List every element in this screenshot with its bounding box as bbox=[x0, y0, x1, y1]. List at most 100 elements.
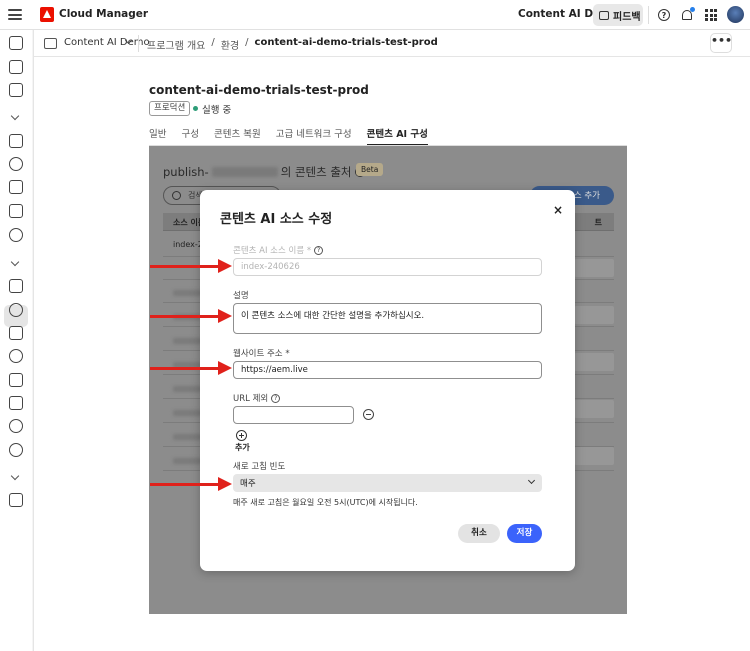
tab-configuration[interactable]: 구성 bbox=[181, 126, 198, 146]
chevron-down-icon[interactable] bbox=[9, 112, 23, 126]
website-field[interactable]: https://aem.live bbox=[233, 361, 542, 379]
annotation-arrow bbox=[150, 361, 232, 375]
breadcrumb-separator: / bbox=[245, 37, 249, 48]
overview-icon[interactable] bbox=[9, 134, 23, 148]
flow-icon[interactable] bbox=[9, 180, 23, 194]
refresh-frequency-select[interactable]: 매주 bbox=[233, 474, 542, 492]
redacted-cell bbox=[173, 410, 203, 416]
context-icon bbox=[44, 38, 57, 49]
panel-title: publish- 의 콘텐츠 출처 ? bbox=[163, 164, 365, 180]
description-field[interactable]: 이 콘텐츠 소스에 대한 간단한 설명을 추가하십시오. bbox=[233, 303, 542, 334]
source-name-field: index-240626 bbox=[233, 258, 542, 276]
docs-icon[interactable] bbox=[9, 493, 23, 507]
annotation-arrow bbox=[150, 309, 232, 323]
avatar[interactable] bbox=[727, 6, 744, 23]
bell-nav-icon[interactable] bbox=[9, 157, 23, 171]
url-exclude-label: URL 제외 ? bbox=[233, 392, 281, 404]
redacted-cell bbox=[574, 259, 614, 277]
menu-icon[interactable] bbox=[8, 9, 22, 20]
feedback-icon bbox=[599, 10, 609, 20]
redacted-cell bbox=[574, 353, 614, 371]
reports-icon[interactable] bbox=[9, 373, 23, 387]
breadcrumb-environments[interactable]: 환경 bbox=[221, 37, 239, 52]
apps-button[interactable] bbox=[703, 7, 719, 23]
add-url-icon[interactable] bbox=[236, 430, 247, 441]
help-icon[interactable]: ? bbox=[314, 245, 324, 255]
dialog-title: 콘텐츠 AI 소스 수정 bbox=[220, 212, 333, 227]
tab-general[interactable]: 일반 bbox=[149, 126, 166, 146]
redacted-cell bbox=[574, 447, 614, 465]
divider bbox=[138, 35, 139, 52]
tab-content-restore[interactable]: 콘텐츠 복원 bbox=[214, 126, 261, 146]
redacted-cell bbox=[173, 458, 203, 464]
redacted-cell bbox=[173, 386, 203, 392]
divider bbox=[648, 6, 649, 24]
save-button[interactable]: 저장 bbox=[507, 524, 542, 543]
help-button[interactable]: ? bbox=[656, 7, 672, 23]
redacted-cell bbox=[173, 434, 203, 440]
breadcrumb-separator: / bbox=[211, 37, 215, 48]
beta-badge: Beta bbox=[356, 163, 384, 176]
feedback-button[interactable]: 피드백 bbox=[593, 4, 643, 26]
tab-advanced-networking[interactable]: 고급 네트워크 구성 bbox=[276, 126, 352, 146]
chevron-down-icon[interactable] bbox=[9, 472, 23, 486]
pipelines-icon[interactable] bbox=[9, 83, 23, 97]
page-title: content-ai-demo-trials-test-prod bbox=[149, 83, 369, 97]
star-icon[interactable] bbox=[9, 349, 23, 363]
box-icon[interactable] bbox=[9, 396, 23, 410]
snowflake-icon[interactable] bbox=[9, 443, 23, 457]
app-grid-icon bbox=[705, 9, 717, 21]
left-nav bbox=[0, 30, 32, 651]
redacted-cell bbox=[574, 400, 614, 418]
home-icon[interactable] bbox=[9, 36, 23, 50]
website-label: 웹사이트 주소 * bbox=[233, 349, 290, 359]
notifications-button[interactable] bbox=[679, 7, 695, 23]
breadcrumb-bar: Content AI Demo 프로그램 개요 / 환경 / content-a… bbox=[34, 30, 750, 57]
app-title: Cloud Manager bbox=[59, 8, 149, 20]
context-switcher[interactable]: Content AI Demo bbox=[64, 37, 150, 48]
panel-title-suffix: 의 콘텐츠 출처 bbox=[280, 165, 352, 179]
edit-source-dialog: 콘텐츠 AI 소스 수정 × 콘텐츠 AI 소스 이름 * ? index-24… bbox=[200, 190, 575, 571]
refresh-help-text: 매주 새로 고침은 월요일 오전 5시(UTC)에 시작됩니다. bbox=[233, 498, 418, 507]
url-exclude-field[interactable] bbox=[233, 406, 354, 424]
settings-icon[interactable] bbox=[9, 303, 23, 317]
chevron-down-icon[interactable] bbox=[9, 258, 23, 272]
panel-title-prefix: publish- bbox=[163, 165, 209, 179]
url-exclude-label-text: URL 제외 bbox=[233, 394, 269, 404]
redacted-cell bbox=[173, 290, 203, 296]
more-actions-button[interactable]: ••• bbox=[710, 33, 732, 53]
help-icon: ? bbox=[658, 9, 670, 21]
feedback-label: 피드백 bbox=[613, 11, 641, 23]
breadcrumb: 프로그램 개요 / 환경 / content-ai-demo-trials-te… bbox=[147, 37, 438, 52]
status-text: 실행 중 bbox=[202, 105, 232, 116]
programs-icon[interactable] bbox=[9, 60, 23, 74]
add-url-label[interactable]: 추가 bbox=[235, 442, 250, 453]
top-bar: Cloud Manager Content AI Demo 피드백 ? bbox=[0, 0, 750, 30]
folder-icon[interactable] bbox=[9, 204, 23, 218]
cancel-button[interactable]: 취소 bbox=[458, 524, 500, 543]
tab-content-ai[interactable]: 콘텐츠 AI 구성 bbox=[366, 126, 429, 146]
breadcrumb-current: content-ai-demo-trials-test-prod bbox=[254, 37, 438, 48]
help-icon[interactable]: ? bbox=[271, 393, 281, 403]
description-label: 설명 bbox=[233, 291, 249, 301]
adobe-logo bbox=[40, 7, 54, 22]
environments-icon[interactable] bbox=[9, 279, 23, 293]
remove-url-icon[interactable] bbox=[363, 409, 374, 420]
activity-icon[interactable] bbox=[9, 228, 23, 242]
column-right: 트 bbox=[594, 218, 602, 227]
annotation-arrow bbox=[150, 259, 232, 273]
lock-icon[interactable] bbox=[9, 326, 23, 340]
environment-tag: 프로덕션 bbox=[149, 101, 191, 116]
redacted-environment-id bbox=[211, 167, 278, 177]
notification-badge bbox=[690, 7, 695, 12]
source-name-label-text: 콘텐츠 AI 소스 이름 * bbox=[233, 246, 312, 256]
refresh-frequency-value: 매주 bbox=[240, 479, 256, 489]
redacted-cell bbox=[574, 306, 614, 324]
history-icon[interactable] bbox=[9, 419, 23, 433]
breadcrumb-program-overview[interactable]: 프로그램 개요 bbox=[147, 37, 205, 52]
close-button[interactable]: × bbox=[550, 202, 566, 218]
tab-bar: 일반 구성 콘텐츠 복원 고급 네트워크 구성 콘텐츠 AI 구성 bbox=[149, 126, 429, 146]
annotation-arrow bbox=[150, 477, 232, 491]
chevron-down-icon bbox=[527, 476, 536, 485]
refresh-frequency-label: 새로 고침 빈도 bbox=[233, 462, 286, 472]
